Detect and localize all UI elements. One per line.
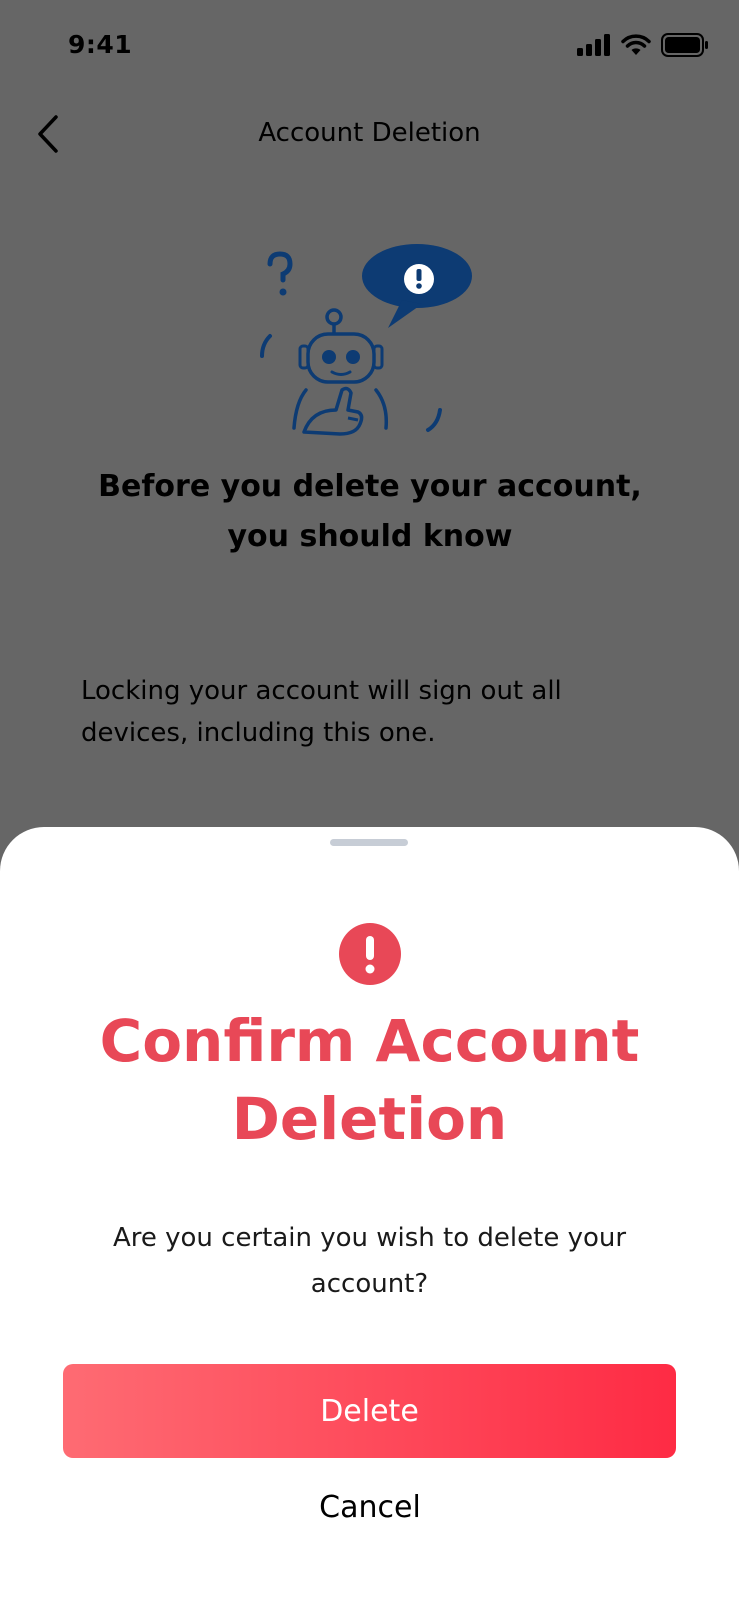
status-bar: 9:41: [0, 0, 739, 92]
cancel-button[interactable]: Cancel: [230, 1467, 510, 1547]
delete-button[interactable]: Delete: [63, 1364, 676, 1458]
sheet-message: Are you certain you wish to delete your …: [112, 1223, 627, 1299]
page-title: Account Deletion: [258, 118, 481, 148]
robot-illustration: [260, 244, 472, 436]
sheet-title: Confirm Account Deletion: [99, 1007, 640, 1153]
status-time: 9:41: [68, 30, 133, 59]
warning-headline: Before you delete your account, you shou…: [98, 469, 642, 554]
wifi-icon: [621, 34, 651, 55]
signal-icon: [577, 34, 610, 56]
info-text: Locking your account will sign out all d…: [81, 676, 562, 748]
sheet-grabber[interactable]: [330, 839, 408, 846]
status-icons: [577, 33, 709, 57]
battery-icon: [661, 33, 708, 57]
alert-icon: [339, 923, 401, 985]
confirm-deletion-sheet: Confirm Account Deletion Are you certain…: [0, 827, 739, 1600]
